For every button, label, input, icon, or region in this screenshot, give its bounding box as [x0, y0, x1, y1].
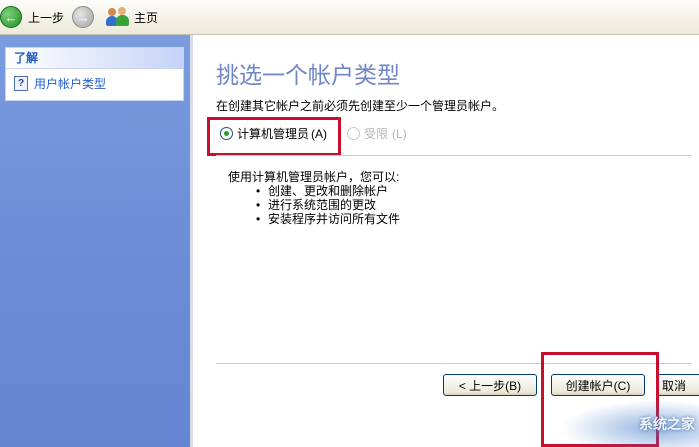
radio-limited[interactable] [347, 127, 361, 140]
back-toolbar-button[interactable]: ← 上一步 [0, 0, 64, 34]
home-toolbar-label: 主页 [134, 10, 159, 25]
list-item: 进行系统范围的更改 [256, 198, 400, 212]
learn-item-user-account-types[interactable]: ? 用户帐户类型 [6, 69, 183, 97]
page-title: 挑选一个帐户类型 [216, 62, 400, 88]
home-toolbar-button[interactable]: 主页 [106, 0, 158, 34]
description-list: 创建、更改和删除帐户 进行系统范围的更改 安装程序并访问所有文件 [228, 184, 400, 226]
radio-limited-accel: (L) [392, 126, 407, 141]
separator-top [216, 155, 692, 156]
description-intro: 使用计算机管理员帐户，您可以: [228, 170, 400, 184]
description-block: 使用计算机管理员帐户，您可以: 创建、更改和删除帐户 进行系统范围的更改 安装程… [228, 170, 400, 226]
pane-divider [190, 35, 193, 447]
radio-limited-label: 受限 [364, 127, 389, 141]
learn-about-box: 了解 ? 用户帐户类型 [5, 47, 184, 101]
toolbar: ← 上一步 → 主页 [0, 0, 699, 35]
back-button[interactable]: < 上一步(B) [443, 374, 537, 396]
highlight-box-administrator [207, 117, 341, 156]
back-toolbar-label: 上一步 [28, 10, 65, 25]
help-topic-icon: ? [14, 75, 28, 91]
users-icon [106, 7, 130, 27]
cancel-button[interactable]: 取消 [657, 374, 699, 396]
back-arrow-icon: ← [0, 6, 22, 28]
radio-option-limited[interactable]: 受限 (L) [347, 125, 411, 142]
left-task-pane: 了解 ? 用户帐户类型 [0, 35, 190, 447]
site-watermark: 系统之家 [560, 400, 699, 447]
learn-about-header: 了解 [6, 48, 183, 69]
learn-item-label: 用户帐户类型 [34, 76, 107, 91]
list-item: 创建、更改和删除帐户 [256, 184, 400, 198]
forward-toolbar-button[interactable]: → [72, 0, 94, 34]
forward-arrow-icon: → [72, 6, 94, 28]
instruction-text: 在创建其它帐户之前必须先创建至少一个管理员帐户。 [216, 99, 505, 113]
list-item: 安装程序并访问所有文件 [256, 212, 400, 226]
